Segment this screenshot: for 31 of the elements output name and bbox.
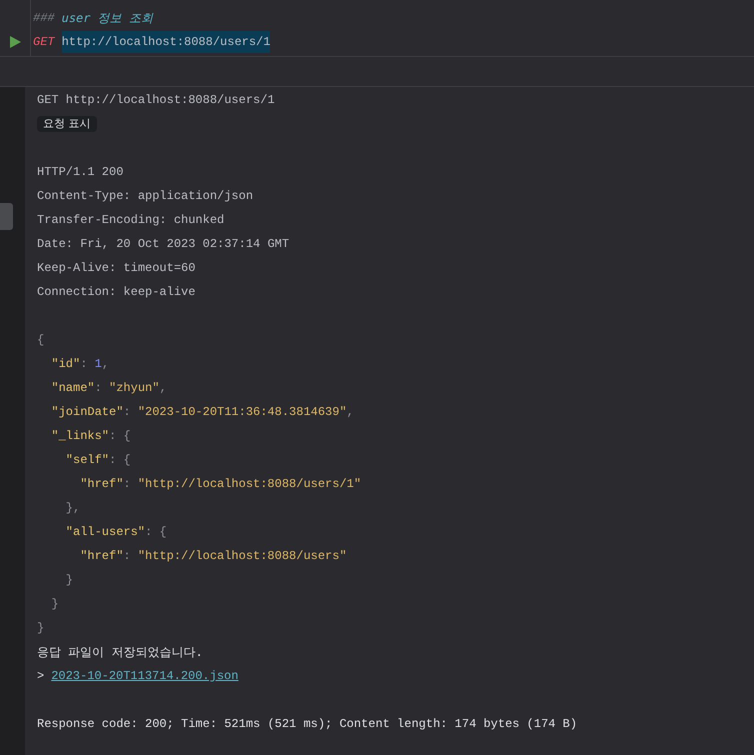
json-line: "self": { bbox=[66, 452, 131, 469]
prompt-marker: > bbox=[37, 668, 44, 685]
request-url: http://localhost:8088/users/1 bbox=[62, 31, 270, 53]
json-line: { bbox=[37, 332, 44, 349]
json-line: "all-users": { bbox=[66, 524, 167, 541]
json-line: } bbox=[51, 596, 59, 613]
comment-marker: ### bbox=[33, 10, 55, 27]
comment-text: user 정보 조회 bbox=[62, 10, 153, 27]
json-line: } bbox=[66, 572, 73, 589]
saved-message: 응답 파일이 저장되었습니다. bbox=[37, 644, 203, 661]
json-line: "name": "zhyun", bbox=[51, 380, 167, 397]
json-line: "_links": { bbox=[51, 428, 131, 445]
scrollbar-thumb[interactable] bbox=[0, 203, 13, 230]
show-request-button[interactable]: 요청 표시 bbox=[37, 116, 96, 132]
json-line: "href": "http://localhost:8088/users" bbox=[80, 548, 347, 565]
http-method: GET bbox=[33, 34, 55, 51]
json-line: "joinDate": "2023-10-20T11:36:48.3814639", bbox=[51, 404, 354, 421]
response-header: Content-Type: application/json bbox=[37, 188, 254, 205]
response-header: Date: Fri, 20 Oct 2023 02:37:14 GMT bbox=[37, 236, 290, 253]
response-header: Connection: keep-alive bbox=[37, 284, 196, 301]
response-summary: Response code: 200; Time: 521ms (521 ms); Content length: 174 bytes (174 B) bbox=[37, 716, 578, 733]
json-line: "id": 1, bbox=[51, 356, 110, 373]
file-link[interactable]: 2023-10-20T113714.200.json bbox=[51, 667, 238, 685]
request-line: GET http://localhost:8088/users/1 bbox=[37, 92, 275, 109]
json-line: "href": "http://localhost:8088/users/1" bbox=[80, 476, 362, 493]
run-icon[interactable] bbox=[10, 36, 20, 48]
json-line: }, bbox=[66, 500, 80, 517]
response-header: Keep-Alive: timeout=60 bbox=[37, 260, 196, 277]
response-header: HTTP/1.1 200 bbox=[37, 164, 124, 181]
response-header: Transfer-Encoding: chunked bbox=[37, 212, 224, 229]
json-line: } bbox=[37, 620, 44, 637]
